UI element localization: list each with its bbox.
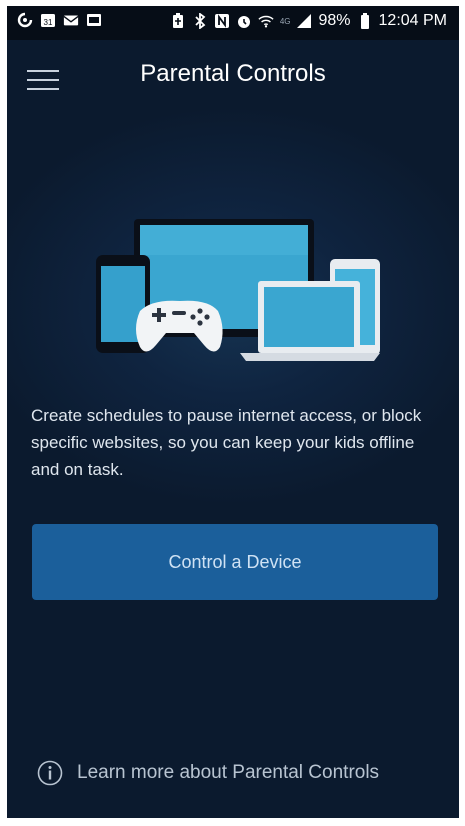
- photo-icon: [86, 12, 102, 28]
- bluetooth-icon: [192, 13, 208, 29]
- description-text: Create schedules to pause internet acces…: [31, 406, 422, 479]
- clock: 12:04 PM: [378, 12, 447, 29]
- sync-icon: [17, 12, 33, 28]
- info-icon: [37, 760, 63, 786]
- battery-percent: 98%: [318, 12, 351, 29]
- wifi-icon: [258, 13, 274, 29]
- learn-more-link[interactable]: Learn more about Parental Controls: [37, 760, 379, 786]
- calendar-icon: 31: [40, 12, 56, 28]
- status-bar-left: 31: [17, 12, 102, 28]
- alarm-icon: [236, 13, 252, 29]
- app-screen: 31 4G 98% 12:04 PM Parental Controls Cre…: [7, 6, 459, 818]
- app-bar: Parental Controls: [7, 40, 459, 120]
- control-a-device-button[interactable]: Control a Device: [32, 524, 438, 600]
- battery-icon: [357, 13, 373, 29]
- status-bar-right: 4G 98% 12:04 PM: [170, 12, 447, 30]
- battery-saver-icon: [170, 13, 186, 29]
- game-controller-image: [136, 300, 223, 352]
- laptop-image: [240, 281, 380, 361]
- devices-illustration: [96, 219, 380, 361]
- status-bar: 31 4G 98% 12:04 PM: [7, 6, 459, 40]
- mail-icon: [63, 12, 79, 28]
- learn-more-label: Learn more about Parental Controls: [77, 762, 380, 783]
- signal-icon: [296, 13, 312, 29]
- page-title: Parental Controls: [140, 60, 326, 87]
- network-type: 4G: [279, 16, 291, 26]
- nfc-icon: [214, 13, 230, 29]
- calendar-day: 31: [44, 18, 53, 27]
